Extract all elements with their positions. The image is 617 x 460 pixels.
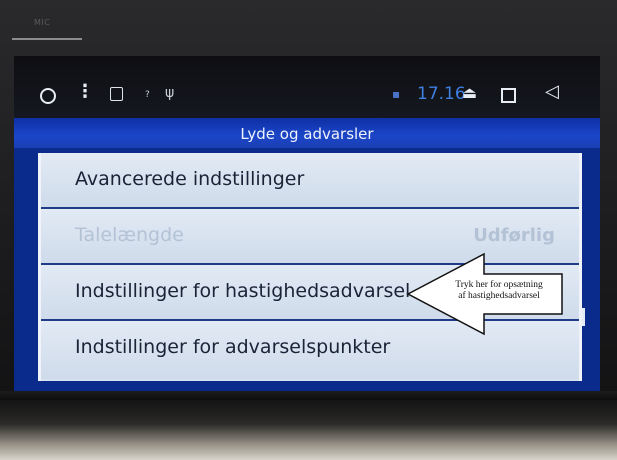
sd-card-icon (110, 87, 123, 101)
list-item-label: Indstillinger for hastighedsadvarsel (75, 280, 411, 302)
more-vert-icon[interactable]: ⋮ (76, 83, 94, 101)
usb-icon: ψ (165, 85, 175, 101)
question-icon: ? (145, 90, 150, 100)
bezel-trim (12, 38, 82, 40)
annotation-text: Tryk her for opsætning af hastighedsadva… (438, 280, 560, 302)
status-bar: ⋮ ? ψ ▪ 17.16 ⏏ ◁ (14, 56, 600, 118)
page-title: Lyde og advarsler (240, 125, 374, 143)
device-lower-bezel (0, 400, 617, 460)
annotation-line-1: Tryk her for opsætning (455, 280, 543, 290)
scrollbar-thumb[interactable] (582, 308, 585, 326)
head-unit-screen: ⋮ ? ψ ▪ 17.16 ⏏ ◁ Lyde og advarsler Avan… (14, 56, 600, 391)
mic-label: MIC (34, 18, 51, 27)
list-item-advanced-settings[interactable]: Avancerede indstillinger (41, 153, 579, 209)
list-item-value: Udførlig (473, 225, 555, 246)
title-bar: Lyde og advarsler (14, 118, 600, 148)
recent-apps-icon[interactable] (501, 88, 516, 103)
clock-time: 17.16 (417, 84, 466, 104)
status-dot-icon: ▪ (392, 87, 401, 101)
annotation-line-2: af hastighedsadvarsel (458, 290, 540, 301)
home-circle-icon[interactable] (40, 88, 56, 104)
eject-icon[interactable]: ⏏ (462, 85, 477, 101)
list-item-label: Indstillinger for advarselspunkter (75, 336, 391, 358)
back-icon[interactable]: ◁ (545, 83, 559, 101)
list-item-label: Avancerede indstillinger (75, 168, 305, 190)
list-item-label: Talelængde (75, 224, 184, 246)
